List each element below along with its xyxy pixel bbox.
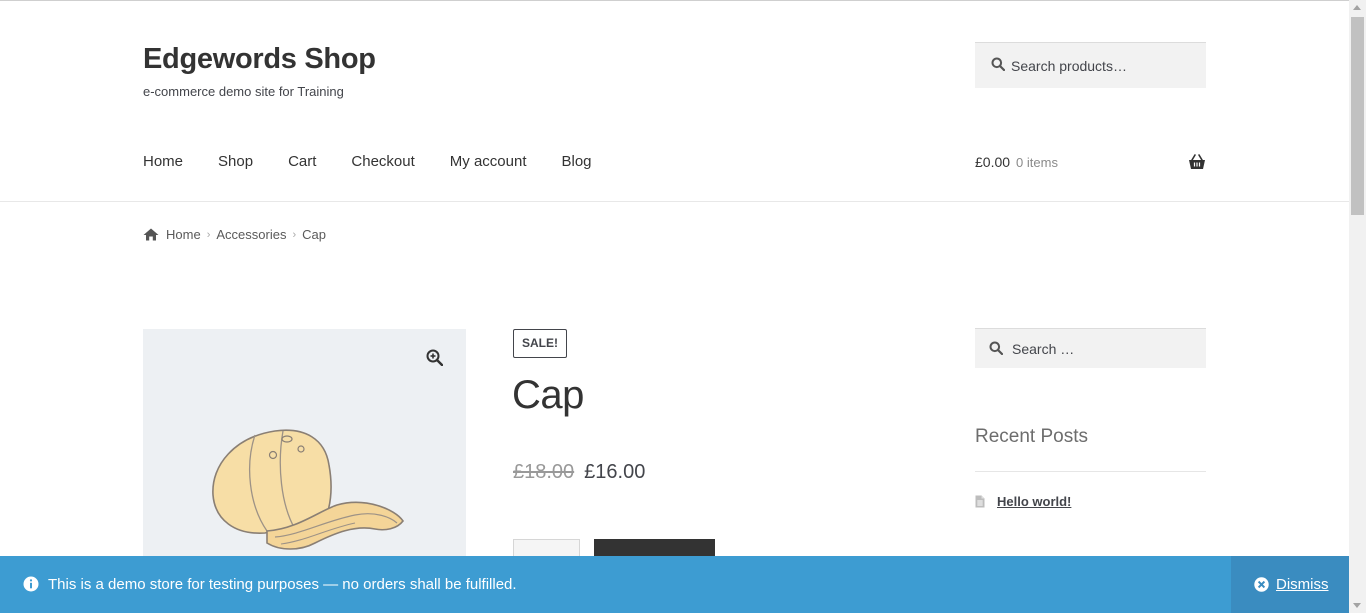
breadcrumb-separator-icon: ›	[206, 228, 211, 241]
vertical-scrollbar[interactable]	[1349, 0, 1366, 613]
breadcrumb-home[interactable]: Home	[166, 227, 201, 242]
nav-home[interactable]: Home	[143, 153, 183, 170]
cart-count: 0 items	[1016, 155, 1058, 170]
cart-amount: £0.00	[975, 154, 1011, 170]
info-icon	[23, 576, 39, 592]
scrollbar-thumb[interactable]	[1351, 17, 1364, 215]
sale-price: £16.00	[584, 461, 646, 483]
site-header: Edgewords Shop e-commerce demo site for …	[0, 1, 1349, 202]
breadcrumb: Home › Accessories › Cap	[143, 227, 326, 242]
nav-blog[interactable]: Blog	[561, 153, 591, 170]
document-icon	[975, 495, 985, 508]
recent-post-item: Hello world!	[975, 494, 1071, 509]
regular-price: £18.00	[513, 461, 575, 483]
dismiss-label: Dismiss	[1276, 576, 1329, 593]
site-title[interactable]: Edgewords Shop	[143, 43, 376, 76]
close-circle-icon	[1254, 577, 1269, 592]
home-icon	[143, 228, 159, 241]
nav-shop[interactable]: Shop	[218, 153, 253, 170]
product-search-box	[975, 42, 1206, 88]
product-price: £18.00 £16.00	[513, 461, 645, 484]
notice-message: This is a demo store for testing purpose…	[48, 576, 517, 593]
search-icon	[989, 341, 1003, 355]
recent-post-link[interactable]: Hello world!	[997, 494, 1071, 509]
product-title: Cap	[512, 373, 584, 417]
scroll-down-arrow-icon[interactable]	[1353, 603, 1361, 608]
nav-my-account[interactable]: My account	[450, 153, 527, 170]
breadcrumb-current: Cap	[302, 227, 326, 242]
demo-store-notice: This is a demo store for testing purpose…	[0, 556, 1349, 613]
zoom-in-icon[interactable]	[426, 349, 443, 366]
product-gallery[interactable]	[143, 329, 466, 589]
recent-posts-title: Recent Posts	[975, 426, 1088, 447]
dismiss-notice-button[interactable]: Dismiss	[1231, 556, 1349, 613]
search-icon	[991, 57, 1005, 71]
primary-navigation: Home Shop Cart Checkout My account Blog	[143, 153, 627, 170]
site-tagline: e-commerce demo site for Training	[143, 84, 344, 99]
breadcrumb-accessories[interactable]: Accessories	[216, 227, 286, 242]
cap-image	[212, 429, 404, 550]
nav-checkout[interactable]: Checkout	[351, 153, 414, 170]
widget-divider	[975, 471, 1206, 472]
product-search-input[interactable]	[1011, 43, 1201, 88]
scroll-up-arrow-icon[interactable]	[1353, 5, 1361, 10]
breadcrumb-separator-icon: ›	[292, 228, 297, 241]
sale-badge: SALE!	[513, 329, 567, 358]
mini-cart-link[interactable]: £0.00 0 items	[975, 154, 1206, 174]
nav-cart[interactable]: Cart	[288, 153, 316, 170]
site-search-box	[975, 328, 1206, 368]
site-search-input[interactable]	[1012, 329, 1202, 368]
basket-icon	[1189, 154, 1205, 169]
